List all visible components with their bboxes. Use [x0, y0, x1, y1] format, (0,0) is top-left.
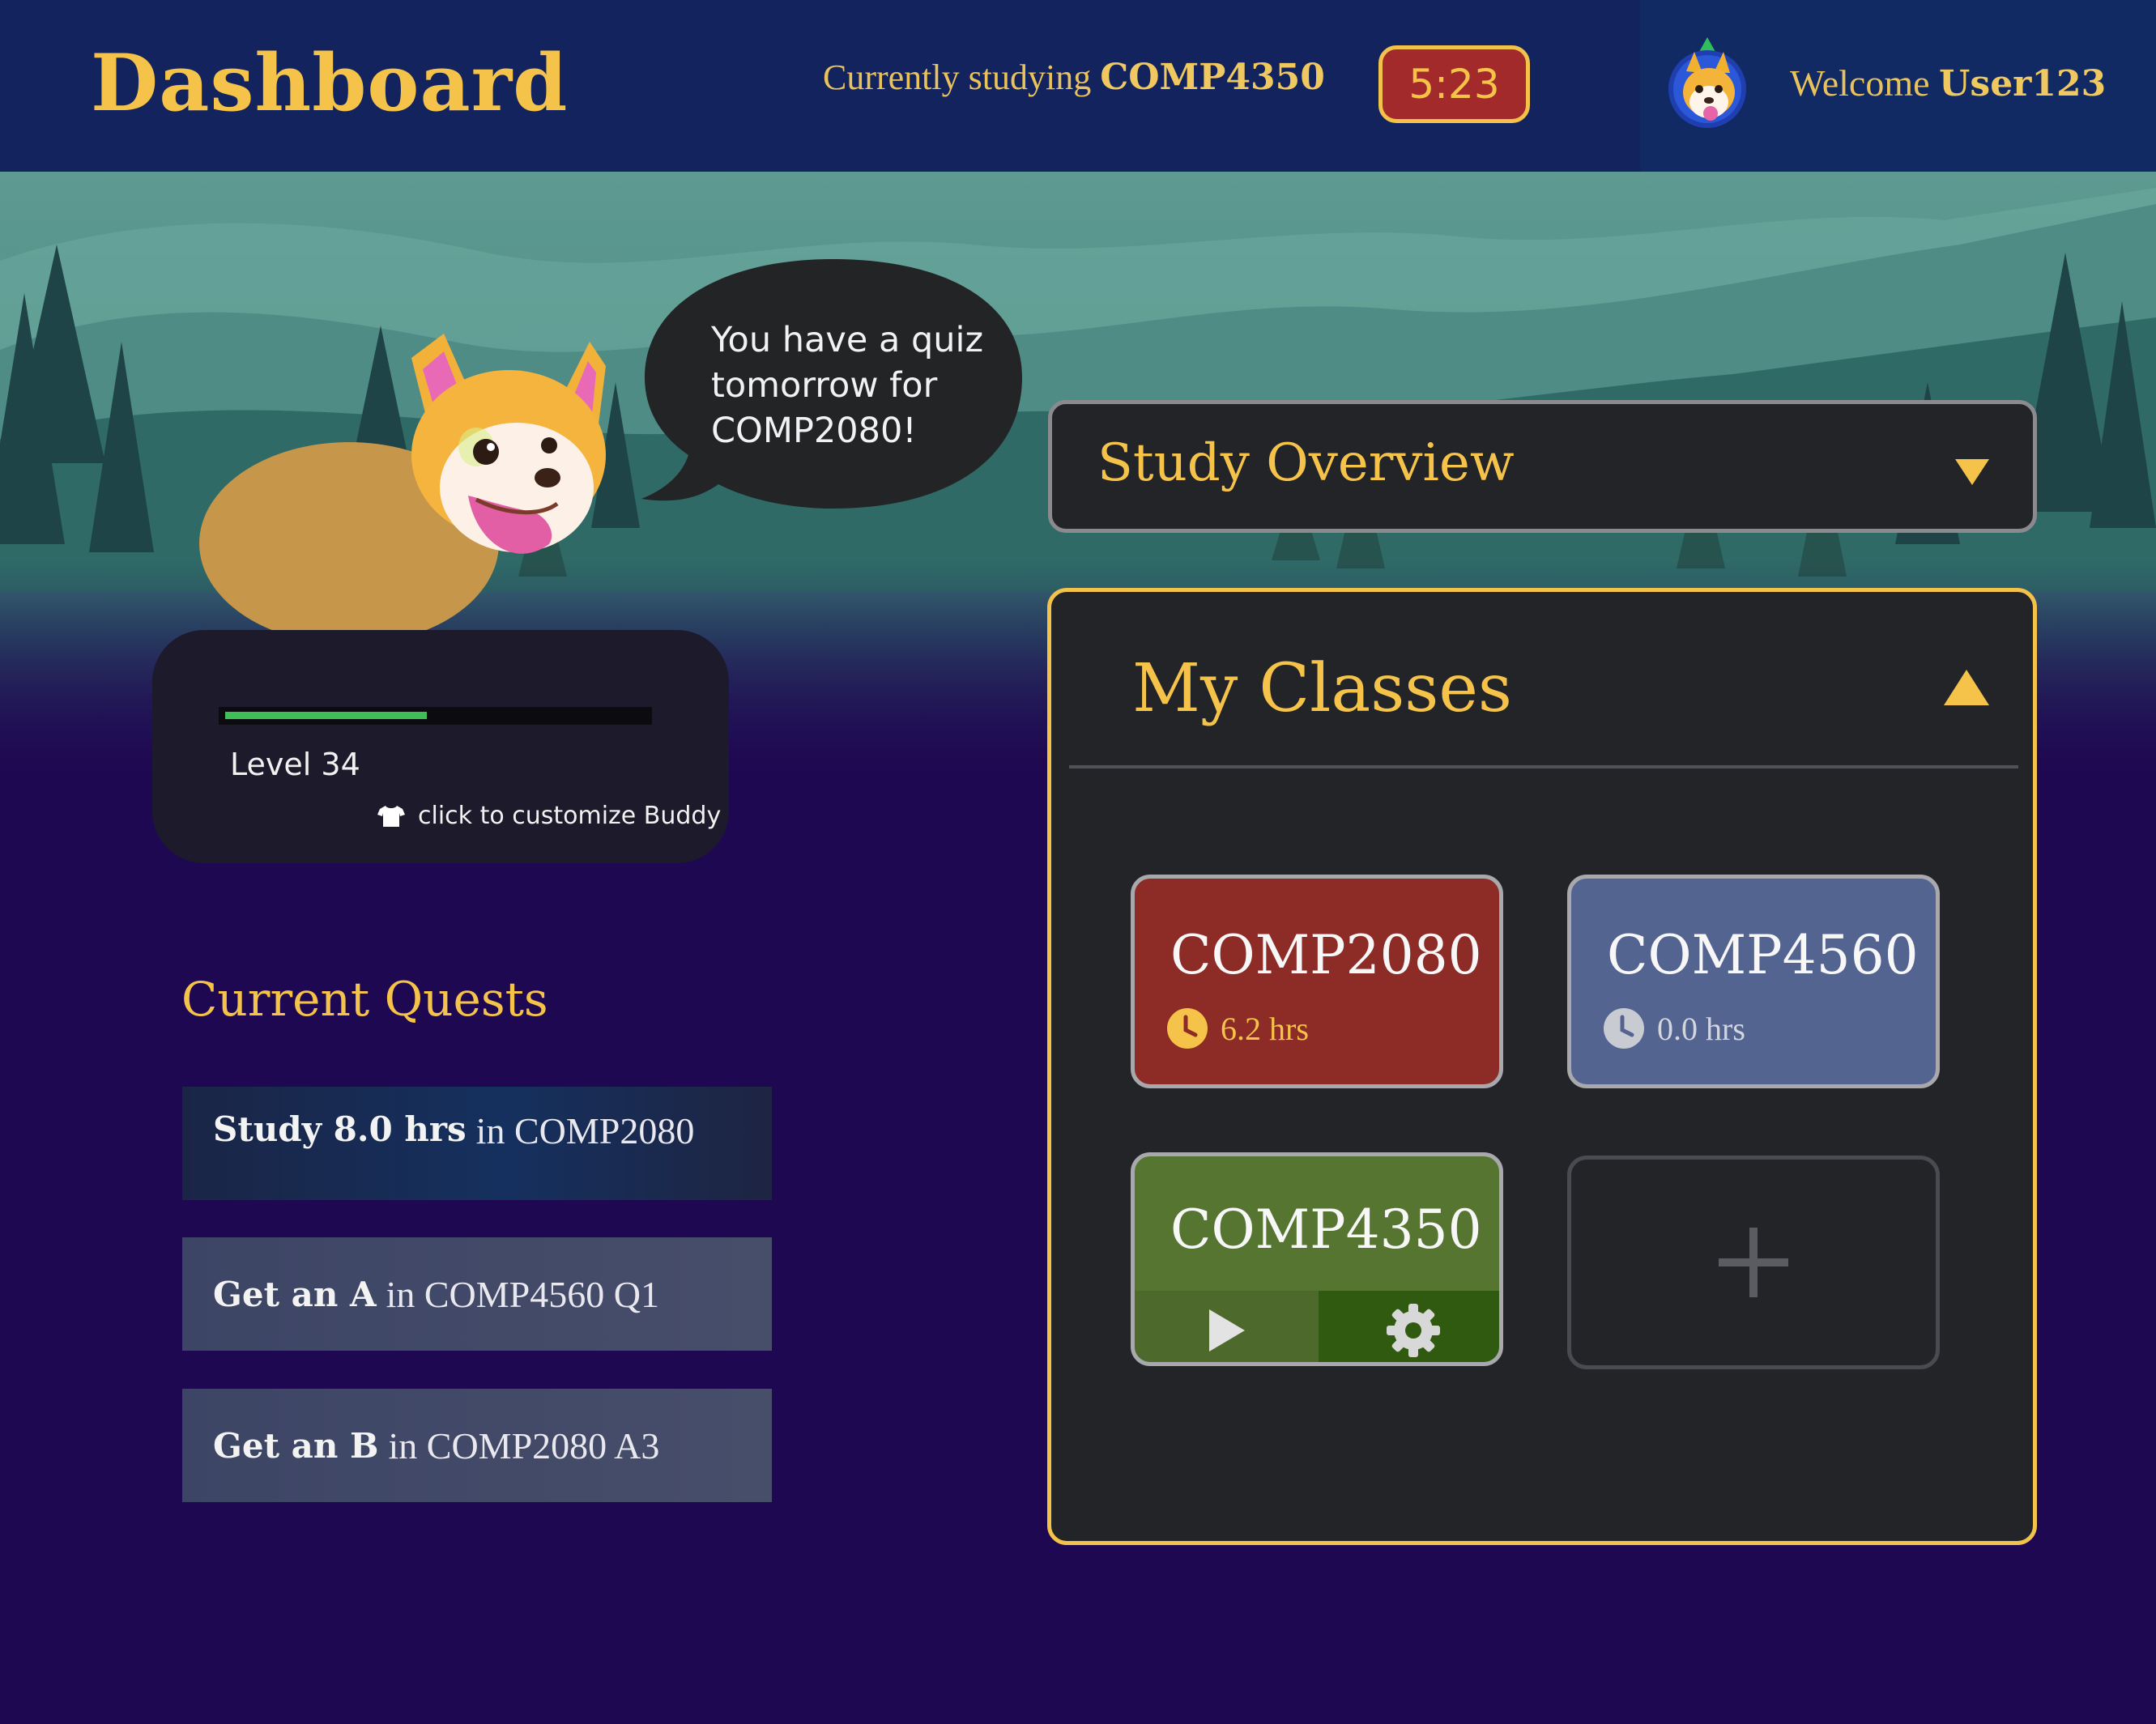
welcome-prefix: Welcome	[1790, 62, 1930, 104]
customize-buddy-link[interactable]: click to customize Buddy	[377, 802, 721, 830]
start-session-button[interactable]	[1135, 1291, 1319, 1362]
studying-prefix: Currently studying	[823, 57, 1092, 97]
corgi-buddy-head[interactable]	[395, 334, 630, 577]
triangle-up-icon[interactable]	[1944, 670, 1989, 705]
class-hours: 0.0 hrs	[1604, 1008, 1745, 1049]
xp-progress-bar	[219, 707, 652, 725]
quest-goal: Get an B	[213, 1425, 379, 1466]
class-name: COMP4560	[1607, 924, 1919, 986]
quest-target: in COMP2080	[475, 1110, 695, 1151]
user-avatar[interactable]	[1667, 36, 1751, 131]
add-class-button[interactable]	[1567, 1156, 1940, 1369]
class-settings-button[interactable]	[1319, 1291, 1499, 1362]
shirt-icon	[377, 805, 405, 827]
welcome-text: Welcome User123	[1790, 62, 2106, 104]
xp-progress-fill	[225, 712, 427, 719]
studying-course[interactable]: COMP4350	[1100, 57, 1325, 98]
buddy-speech-text: You have a quiz tomorrow for COMP2080!	[711, 320, 984, 451]
quest-item[interactable]: Study 8.0 hrs in COMP2080	[182, 1087, 772, 1200]
buddy-level: Level 34	[230, 747, 360, 782]
customize-buddy-label: click to customize Buddy	[418, 802, 722, 830]
study-timer[interactable]: 5:23	[1378, 45, 1530, 123]
quest-goal: Get an A	[213, 1274, 377, 1314]
study-overview-panel[interactable]: Study Overview	[1048, 400, 2037, 533]
divider	[1069, 765, 2018, 768]
class-hours: 6.2 hrs	[1167, 1008, 1309, 1049]
triangle-down-icon[interactable]	[1955, 459, 1989, 485]
class-hours-value: 6.2 hrs	[1221, 1010, 1309, 1047]
my-classes-title: My Classes	[1132, 650, 1512, 727]
quest-target: in COMP4560 Q1	[386, 1273, 659, 1315]
class-card-comp4560[interactable]: COMP4560 0.0 hrs	[1567, 875, 1940, 1088]
class-name: COMP2080	[1170, 924, 1482, 986]
username[interactable]: User123	[1939, 63, 2106, 104]
class-hours-value: 0.0 hrs	[1657, 1010, 1745, 1047]
clock-icon	[1167, 1008, 1208, 1049]
clock-icon	[1604, 1008, 1644, 1049]
quest-item[interactable]: Get an B in COMP2080 A3	[182, 1389, 772, 1502]
study-overview-title: Study Overview	[1097, 433, 1515, 493]
play-icon	[1208, 1309, 1245, 1352]
class-card-comp4350[interactable]: COMP4350	[1131, 1152, 1503, 1366]
class-name: COMP4350	[1170, 1198, 1482, 1261]
plus-icon	[1571, 1160, 1936, 1365]
quest-target: in COMP2080 A3	[388, 1424, 660, 1466]
quest-item[interactable]: Get an A in COMP4560 Q1	[182, 1237, 772, 1351]
quest-goal: Study 8.0 hrs	[213, 1109, 467, 1149]
class-card-comp2080[interactable]: COMP2080 6.2 hrs	[1131, 875, 1503, 1088]
current-quests-heading: Current Quests	[181, 972, 548, 1027]
page-title: Dashboard	[91, 37, 569, 129]
currently-studying-text: Currently studying COMP4350	[823, 57, 1325, 98]
gear-icon	[1386, 1304, 1440, 1357]
